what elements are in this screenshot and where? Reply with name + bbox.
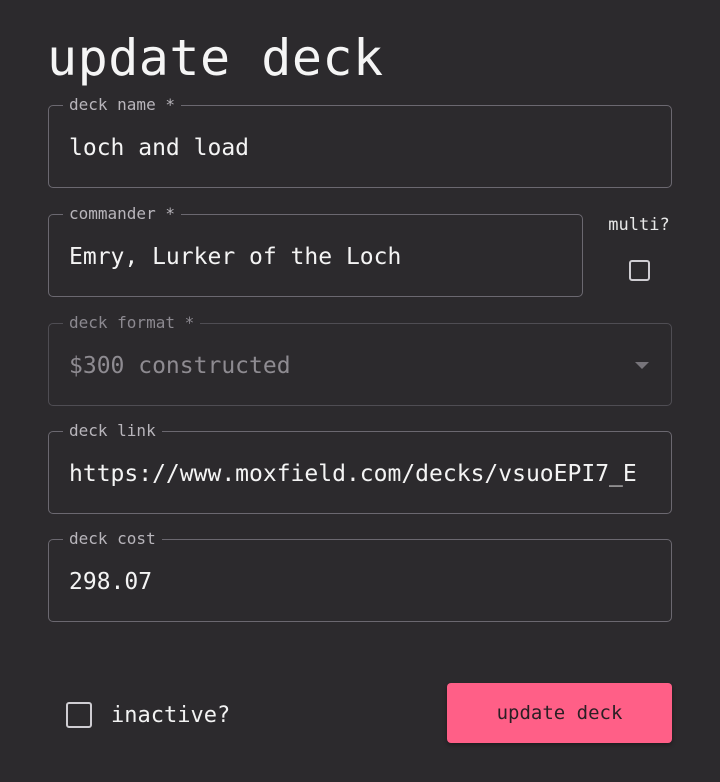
deck-link-field[interactable]: deck link https://www.moxfield.com/decks… <box>48 421 672 515</box>
dropdown-caret-icon[interactable] <box>635 362 649 369</box>
update-deck-dialog: update deck deck name * loch and load co… <box>0 0 720 782</box>
commander-input[interactable]: Emry, Lurker of the Loch <box>69 215 401 298</box>
inactive-toggle[interactable]: inactive? <box>66 702 230 728</box>
deck-link-input[interactable]: https://www.moxfield.com/decks/vsuoEPI7_… <box>69 432 653 515</box>
commander-field[interactable]: commander * Emry, Lurker of the Loch <box>48 204 583 298</box>
multi-checkbox[interactable] <box>628 260 650 281</box>
deck-cost-input[interactable]: 298.07 <box>69 540 152 623</box>
deck-format-select[interactable]: deck format * $300 constructed <box>48 313 672 406</box>
deck-format-value: $300 constructed <box>69 352 291 379</box>
inactive-checkbox[interactable] <box>66 702 92 728</box>
multi-commander-toggle: multi? <box>604 214 674 285</box>
multi-label: multi? <box>608 215 670 235</box>
deck-cost-field[interactable]: deck cost 298.07 <box>48 529 672 623</box>
deck-name-input[interactable]: loch and load <box>69 106 249 189</box>
dialog-title: update deck <box>47 29 384 87</box>
deck-name-field[interactable]: deck name * loch and load <box>48 95 672 189</box>
inactive-label: inactive? <box>111 702 231 728</box>
update-deck-button[interactable]: update deck <box>447 683 672 743</box>
